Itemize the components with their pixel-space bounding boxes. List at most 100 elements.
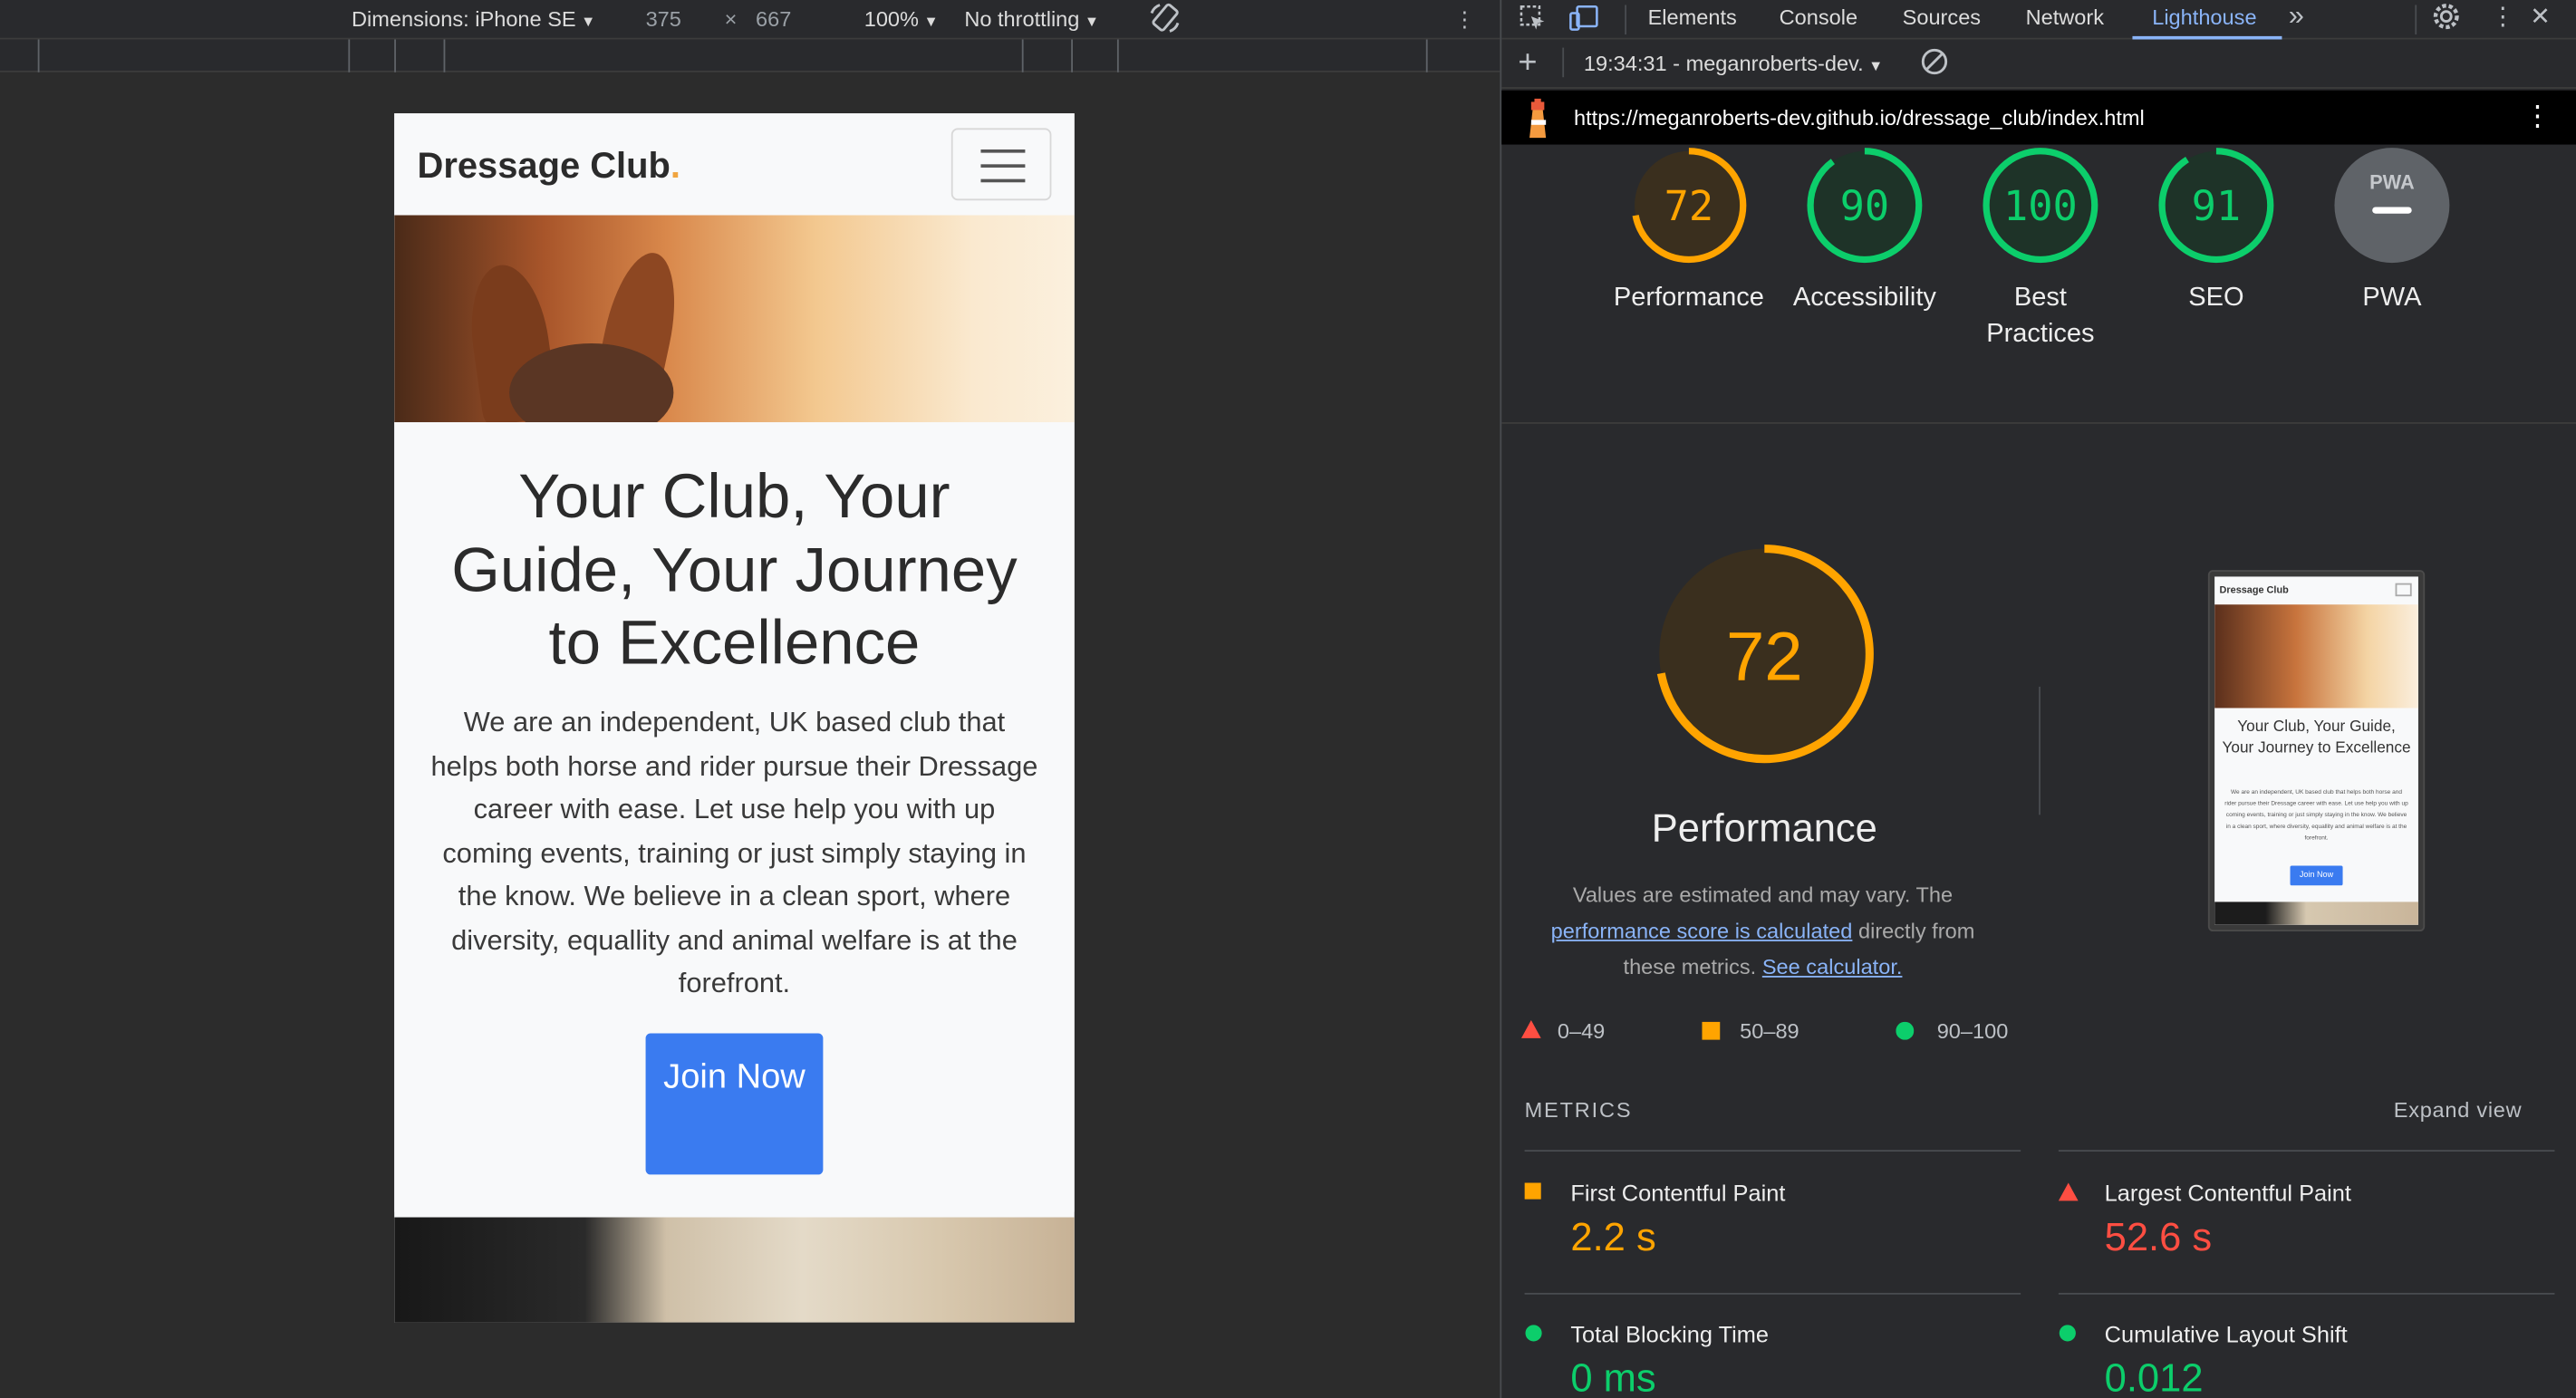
metric-name: Largest Contentful Paint (2104, 1179, 2351, 1206)
devtools-menu-icon[interactable]: ⋮ (2491, 2, 2515, 32)
metric-value: 0.012 (2104, 1356, 2204, 1398)
device-toolbar-icon[interactable] (1568, 4, 1600, 40)
times-sign: × (724, 6, 738, 32)
dropdown-caret-icon: ▼ (1868, 57, 1884, 74)
thumb-join-button: Join Now (2290, 865, 2343, 886)
see-calculator-link[interactable]: See calculator. (1762, 954, 1903, 979)
tab-sources[interactable]: Sources (1903, 5, 1981, 29)
height-input[interactable]: 667 (756, 6, 791, 31)
inspect-element-icon[interactable] (1518, 4, 1548, 40)
devtools-pane: Elements Console Sources Network Lightho… (1500, 0, 2576, 1398)
performance-title: Performance (1651, 806, 1877, 852)
join-now-button[interactable]: Join Now (645, 1033, 824, 1175)
thumb-intro: We are an independent, UK based club tha… (2224, 788, 2408, 841)
dimensions-select[interactable]: Dimensions: iPhone SE ▼ (352, 6, 595, 31)
gauge-score: 91 (2192, 182, 2242, 230)
gauge-label: SEO (2188, 284, 2244, 313)
performance-big-score: 72 (1726, 619, 1803, 696)
gauge-score: 72 (1664, 182, 1714, 230)
circle-icon (1896, 1021, 1915, 1040)
thumb-brand: Dressage Club (2219, 586, 2289, 597)
rotate-icon[interactable] (1147, 0, 1183, 41)
gauge-score: 90 (1840, 182, 1890, 230)
gauge-label: PWA (2362, 284, 2422, 313)
gauge-seo[interactable]: 91 SEO (2126, 145, 2306, 317)
metric-name: Total Blocking Time (1570, 1320, 1770, 1347)
devtools-tabbar: Elements Console Sources Network Lightho… (1501, 0, 2576, 40)
gauge-performance[interactable]: 72 Performance (1598, 145, 1779, 317)
device-toolbar: Dimensions: iPhone SE ▼ 375 × 667 100% ▼ N… (0, 0, 1500, 40)
thumb-heading: Your Club, Your Guide, Your Journey to E… (2222, 718, 2411, 757)
device-viewport: Dressage Club. Your Club, Your Guide, Yo… (394, 113, 1075, 1323)
dropdown-caret-icon: ▼ (1084, 13, 1100, 30)
expand-view-toggle[interactable]: Expand view (2394, 1097, 2523, 1122)
new-report-icon[interactable]: + (1518, 44, 1537, 82)
site-brand[interactable]: Dressage Club. (418, 145, 680, 188)
tab-lighthouse[interactable]: Lighthouse (2152, 5, 2256, 29)
brand-text: Dressage Club (417, 144, 671, 186)
settings-gear-icon[interactable] (2431, 2, 2461, 38)
zoom-select[interactable]: 100% ▼ (864, 6, 939, 31)
gauge-ring: 72 (1631, 148, 1747, 264)
throttling-select[interactable]: No throttling ▼ (964, 6, 1099, 31)
gauge-ring: 90 (1807, 148, 1923, 264)
more-tabs-icon[interactable]: » (2289, 0, 2304, 33)
square-icon (1702, 1021, 1721, 1040)
gauge-label: Best Practices (1986, 284, 2095, 349)
tab-console[interactable]: Console (1780, 5, 1857, 29)
lighthouse-logo-icon (1529, 98, 1547, 139)
thumb-bottom-image (2214, 901, 2418, 925)
throttling-label: No throttling (964, 6, 1080, 32)
metric-value: 2.2 s (1570, 1215, 1656, 1260)
performance-big-gauge: 72 (1655, 545, 1874, 764)
dropdown-caret-icon: ▼ (923, 13, 939, 30)
gauge-pwa[interactable]: PWA PWA (2301, 145, 2482, 317)
hero-horse-image (394, 215, 1075, 442)
more-options-icon[interactable]: ⋮ (1454, 6, 1476, 33)
report-time-label: 19:34:31 - meganroberts-dev. (1583, 51, 1864, 76)
square-icon (1524, 1182, 1541, 1200)
hero-intro: We are an independent, UK based club tha… (430, 706, 1038, 999)
pwa-badge-text: PWA (2369, 171, 2415, 194)
gauge-ring: 100 (1983, 148, 2098, 264)
metric-name: Cumulative Layout Shift (2104, 1320, 2348, 1347)
media-query-ruler (0, 39, 1500, 72)
gauge-ring: 91 (2158, 148, 2274, 264)
tab-network[interactable]: Network (2026, 5, 2104, 29)
final-screenshot-thumbnail[interactable]: Dressage Club Your Club, Your Guide, You… (2207, 570, 2426, 932)
hamburger-icon (980, 149, 1026, 153)
report-url-bar: https://meganroberts-dev.github.io/dress… (1501, 90, 2576, 145)
gauge-label: Performance (1613, 284, 1764, 313)
width-input[interactable]: 375 (646, 6, 681, 31)
metrics-heading: METRICS (1524, 1097, 1633, 1123)
hero-card: Your Club, Your Guide, Your Journey to E… (394, 421, 1075, 1218)
triangle-icon (1520, 1019, 1541, 1038)
menu-toggle-button[interactable] (950, 128, 1052, 201)
gauge-best-practices[interactable]: 100 Best Practices (1950, 145, 2130, 353)
dropdown-caret-icon: ▼ (581, 13, 596, 30)
clear-reports-icon[interactable] (1921, 48, 1949, 81)
url-menu-icon[interactable]: ⋮ (2523, 101, 2552, 133)
pwa-badge-icon: PWA (2334, 148, 2450, 264)
hero-heading: Your Club, Your Guide, Your Journey to E… (451, 463, 1018, 679)
performance-score-link[interactable]: performance score is calculated (1551, 919, 1853, 943)
legend-fail: 0–49 (1520, 1018, 1605, 1043)
metric-value: 52.6 s (2104, 1215, 2213, 1260)
device-emulation-pane: Dimensions: iPhone SE ▼ 375 × 667 100% ▼ N… (0, 0, 1500, 1398)
metric-value: 0 ms (1570, 1356, 1656, 1398)
site-navbar: Dressage Club. (394, 113, 1075, 216)
gauge-label: Accessibility (1792, 284, 1936, 313)
thumb-menu-icon (2395, 583, 2412, 597)
circle-icon (1525, 1325, 1542, 1342)
report-select[interactable]: 19:34:31 - meganroberts-dev. ▼ (1584, 51, 1883, 75)
close-icon[interactable]: ✕ (2530, 2, 2551, 32)
legend-pass: 90–100 (1896, 1018, 2008, 1043)
category-gauges: 72 Performance 90 Accessibility 100 Best… (1501, 145, 2576, 424)
legend-average: 50–89 (1702, 1018, 1799, 1043)
brand-dot: . (670, 144, 680, 186)
tab-elements[interactable]: Elements (1648, 5, 1737, 29)
zoom-label: 100% (863, 6, 919, 32)
gauge-accessibility[interactable]: 90 Accessibility (1774, 145, 1954, 317)
report-url[interactable]: https://meganroberts-dev.github.io/dress… (1574, 105, 2145, 130)
performance-section: 72 Performance Values are estimated and … (1501, 424, 2576, 1398)
